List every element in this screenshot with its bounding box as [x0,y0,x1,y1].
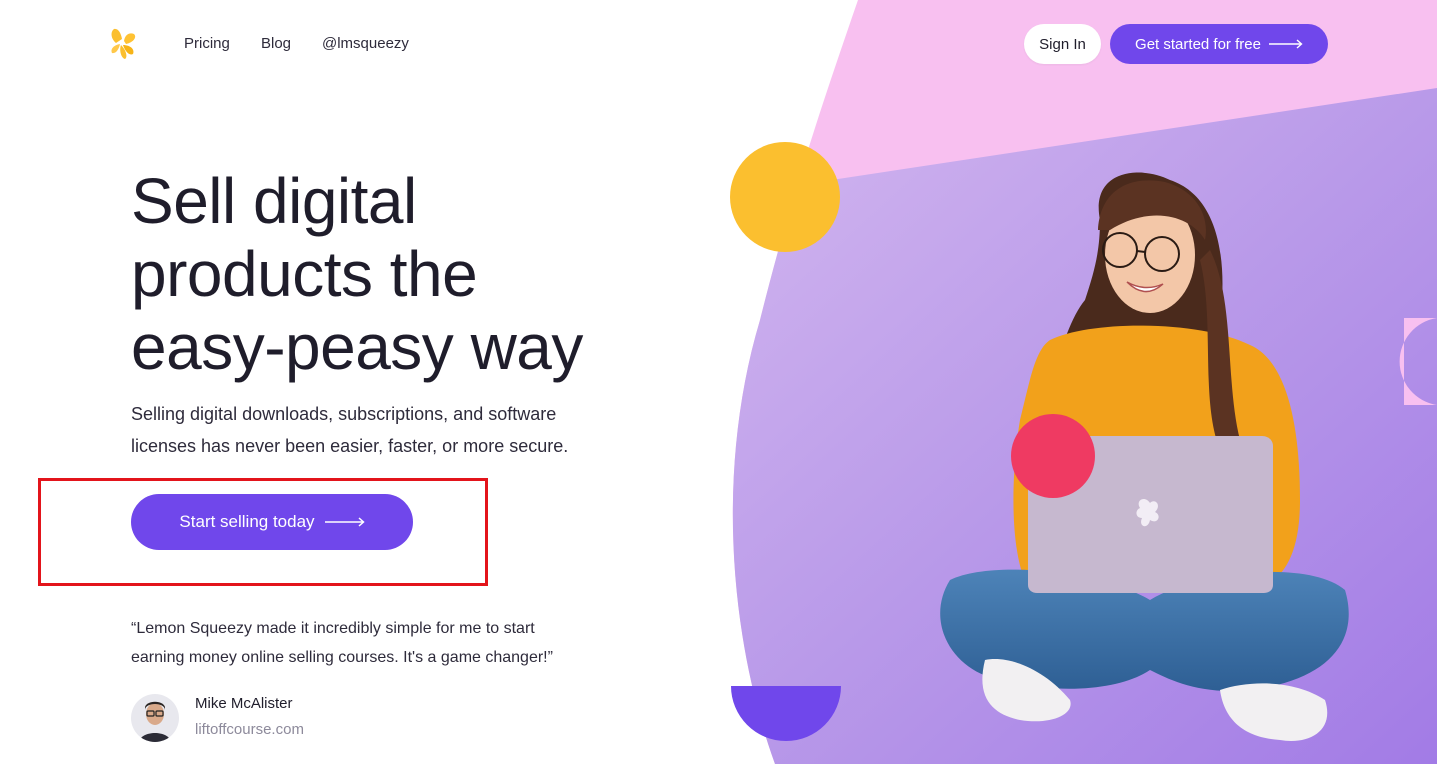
testimonial-author: Mike McAlister [195,695,293,712]
sign-in-button[interactable]: Sign In [1024,24,1101,64]
hero-headline: Sell digital products the easy-peasy way [131,165,651,384]
quote-line-2: earning money online selling courses. It… [131,649,553,666]
subtext-line-1: Selling digital downloads, subscriptions… [131,404,557,424]
testimonial-site-link[interactable]: liftoffcourse.com [195,721,304,738]
get-started-label: Get started for free [1135,35,1261,53]
lemon-squeezy-logo-icon[interactable] [108,27,140,61]
testimonial-quote: “Lemon Squeezy made it incredibly simple… [131,614,601,672]
long-arrow-right-icon [1268,39,1303,49]
hero-subtext: Selling digital downloads, subscriptions… [131,398,611,462]
get-started-button[interactable]: Get started for free [1110,24,1328,64]
nav-link-twitter[interactable]: @lmsqueezy [322,35,409,52]
avatar [131,694,179,742]
quote-line-1: “Lemon Squeezy made it incredibly simple… [131,620,535,637]
nav-link-blog[interactable]: Blog [261,35,291,52]
yellow-circle [730,142,840,252]
nav-link-pricing[interactable]: Pricing [184,35,230,52]
headline-line-3: easy-peasy way [131,311,583,383]
headline-line-2: products the [131,238,478,310]
long-arrow-right-icon [324,517,365,527]
sign-in-label: Sign In [1039,35,1086,53]
headline-line-1: Sell digital [131,165,417,237]
start-selling-button[interactable]: Start selling today [131,494,413,550]
subtext-line-2: licenses has never been easier, faster, … [131,436,569,456]
coral-circle [1011,414,1095,498]
start-selling-label: Start selling today [179,512,315,531]
